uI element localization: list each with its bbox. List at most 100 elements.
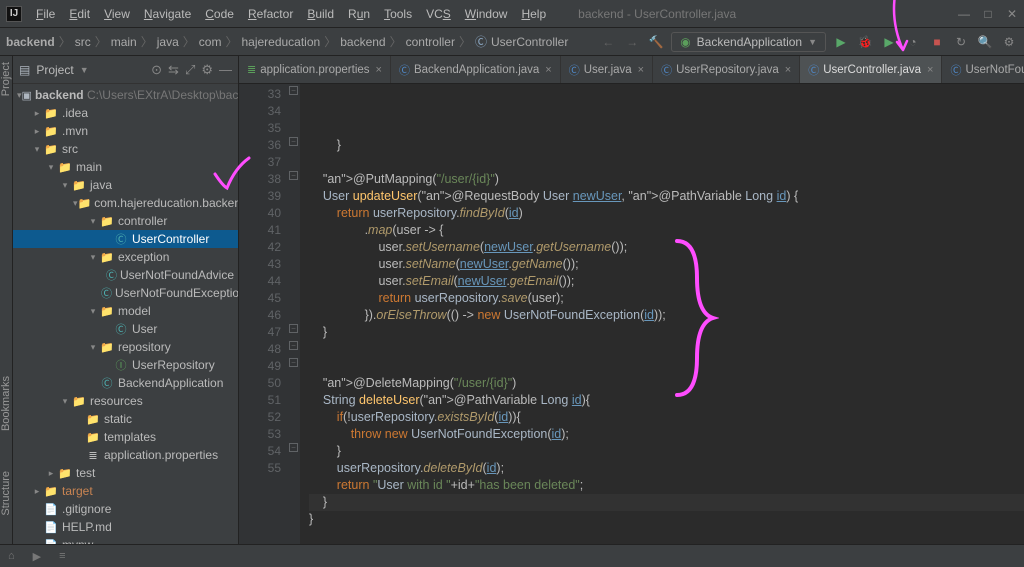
tree-item[interactable]: ⒸUserNotFoundException (13, 284, 238, 302)
tree-item[interactable]: ▾📁main (13, 158, 238, 176)
rail-bookmarks[interactable]: Bookmarks (0, 376, 12, 431)
stop-icon[interactable]: ■ (928, 33, 946, 51)
tree-item[interactable]: 📁templates (13, 428, 238, 446)
project-tree[interactable]: ▾▣backend C:\Users\EXtrA\Desktop\backend… (13, 84, 238, 544)
crumb[interactable]: controller (406, 35, 455, 49)
editor-tab[interactable]: ≣application.properties× (239, 56, 391, 83)
menu-view[interactable]: View (98, 5, 136, 23)
crumb[interactable]: backend (340, 35, 385, 49)
chevron-down-icon[interactable]: ▼ (80, 65, 89, 75)
tree-item[interactable]: ⒾUserRepository (13, 356, 238, 374)
java-file-icon: Ⓒ (399, 62, 410, 78)
editor-tab[interactable]: ⒸUserNotFoundException.java× (942, 56, 1024, 83)
tree-item[interactable]: ⒸUser (13, 320, 238, 338)
rail-project[interactable]: Project (0, 62, 12, 96)
close-tab-icon[interactable]: × (376, 64, 382, 76)
run-icon[interactable]: ▶ (832, 33, 850, 51)
fold-toggle-icon[interactable]: − (289, 171, 298, 180)
rail-structure[interactable]: Structure (0, 471, 12, 516)
crumb[interactable]: hajereducation (241, 35, 320, 49)
menu-build[interactable]: Build (301, 5, 340, 23)
tree-item[interactable]: ▾📁resources (13, 392, 238, 410)
tree-item[interactable]: ⒸBackendApplication (13, 374, 238, 392)
profile-icon[interactable]: ◔ (904, 33, 922, 51)
debug-icon[interactable]: 🐞 (856, 33, 874, 51)
close-tab-icon[interactable]: × (785, 64, 791, 76)
tree-item[interactable]: ▸📁target (13, 482, 238, 500)
fold-column[interactable]: − − − − − − − (287, 84, 301, 544)
menu-navigate[interactable]: Navigate (138, 5, 197, 23)
close-icon[interactable]: ✕ (1006, 7, 1018, 21)
fold-toggle-icon[interactable]: − (289, 86, 298, 95)
minimize-icon[interactable]: — (958, 7, 970, 21)
select-opened-icon[interactable]: ⊙ (151, 62, 162, 78)
tree-item[interactable]: ▾📁java (13, 176, 238, 194)
menu-edit[interactable]: Edit (63, 5, 96, 23)
tree-item-usercontroller[interactable]: ⒸUserController (13, 230, 238, 248)
tab-label: application.properties (260, 64, 369, 76)
back-icon[interactable]: ← (599, 33, 617, 51)
fold-toggle-icon[interactable]: − (289, 137, 298, 146)
gear-icon[interactable]: ⚙ (201, 62, 213, 78)
java-file-icon: Ⓒ (808, 62, 819, 78)
close-tab-icon[interactable]: × (927, 64, 933, 76)
tool-version-control[interactable]: ⌂ (8, 550, 15, 562)
tree-item[interactable]: ▾📁exception (13, 248, 238, 266)
settings-icon[interactable]: ⚙ (1000, 33, 1018, 51)
tree-item[interactable]: ▾📁model (13, 302, 238, 320)
tree-item[interactable]: 📁static (13, 410, 238, 428)
tab-label: UserNotFoundException.java (965, 64, 1024, 76)
tree-item[interactable]: 📄HELP.md (13, 518, 238, 536)
menu-vcs[interactable]: VCS (420, 5, 457, 23)
menu-code[interactable]: Code (199, 5, 240, 23)
editor-tab[interactable]: ⒸBackendApplication.java× (391, 56, 561, 83)
tree-item[interactable]: ⒸUserNotFoundAdvice (13, 266, 238, 284)
menu-tools[interactable]: Tools (378, 5, 418, 23)
menu-help[interactable]: Help (515, 5, 552, 23)
tree-item[interactable]: ▸📁test (13, 464, 238, 482)
search-icon[interactable]: 🔍 (976, 33, 994, 51)
fold-toggle-icon[interactable]: − (289, 443, 298, 452)
tree-item[interactable]: 📄.gitignore (13, 500, 238, 518)
menu-refactor[interactable]: Refactor (242, 5, 299, 23)
run-config-selector[interactable]: ◉ BackendApplication ▼ (671, 32, 826, 52)
tree-item[interactable]: ▸📁.mvn (13, 122, 238, 140)
build-icon[interactable]: 🔨 (647, 33, 665, 51)
tree-root[interactable]: ▾▣backend C:\Users\EXtrA\Desktop\backend… (13, 86, 238, 104)
tree-item[interactable]: ▾📁src (13, 140, 238, 158)
tool-run[interactable]: ▶ (33, 550, 41, 563)
fold-toggle-icon[interactable]: − (289, 358, 298, 367)
maximize-icon[interactable]: □ (982, 7, 994, 21)
menu-run[interactable]: Run (342, 5, 376, 23)
window-controls: — □ ✕ (958, 7, 1018, 21)
tree-item[interactable]: ▾📁controller (13, 212, 238, 230)
tool-todo[interactable]: ≡ (59, 550, 65, 562)
tree-item[interactable]: ▾📁repository (13, 338, 238, 356)
fold-toggle-icon[interactable]: − (289, 324, 298, 333)
expand-all-icon[interactable]: ⇆ (168, 62, 179, 78)
close-tab-icon[interactable]: × (545, 64, 551, 76)
tree-item[interactable]: ≣application.properties (13, 446, 238, 464)
crumb[interactable]: main (111, 35, 137, 49)
crumb[interactable]: backend (6, 35, 55, 49)
menu-file[interactable]: File (30, 5, 61, 23)
collapse-all-icon[interactable]: ⤢ (185, 62, 195, 78)
crumb[interactable]: UserController (491, 35, 568, 49)
hide-icon[interactable]: — (219, 62, 232, 77)
editor-tab[interactable]: ⒸUser.java× (561, 56, 653, 83)
forward-icon[interactable]: → (623, 33, 641, 51)
update-icon[interactable]: ↻ (952, 33, 970, 51)
editor-tab[interactable]: ⒸUserRepository.java× (653, 56, 800, 83)
crumb[interactable]: java (157, 35, 179, 49)
tree-item[interactable]: 📄mvnw (13, 536, 238, 544)
code-area[interactable]: ⚠7 ✔2 ˆ ˇ } "an">@PutMapping("/user/{id}… (301, 84, 1024, 544)
tree-item[interactable]: ▸📁.idea (13, 104, 238, 122)
fold-toggle-icon[interactable]: − (289, 341, 298, 350)
editor-tab[interactable]: ⒸUserController.java× (800, 56, 942, 83)
tree-item[interactable]: ▾📁com.hajereducation.backend (13, 194, 238, 212)
crumb[interactable]: src (75, 35, 91, 49)
coverage-icon[interactable]: ▶ (880, 33, 898, 51)
close-tab-icon[interactable]: × (638, 64, 644, 76)
crumb[interactable]: com (199, 35, 222, 49)
menu-window[interactable]: Window (459, 5, 514, 23)
